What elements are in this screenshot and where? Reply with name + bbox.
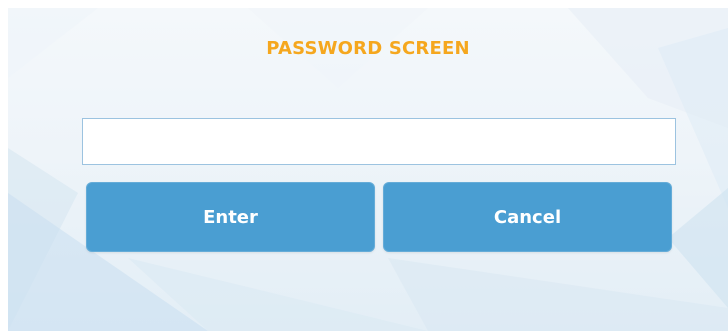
cancel-button-label: Cancel [493,206,562,228]
password-input[interactable] [82,118,676,165]
cancel-button[interactable]: Cancel [383,182,672,252]
enter-button-label: Enter [203,206,258,228]
page-title: PASSWORD SCREEN [266,38,470,59]
enter-button[interactable]: Enter [86,182,375,252]
password-panel: PASSWORD SCREEN Enter Cancel [8,8,728,331]
password-screen: PASSWORD SCREEN Enter Cancel [0,0,728,331]
